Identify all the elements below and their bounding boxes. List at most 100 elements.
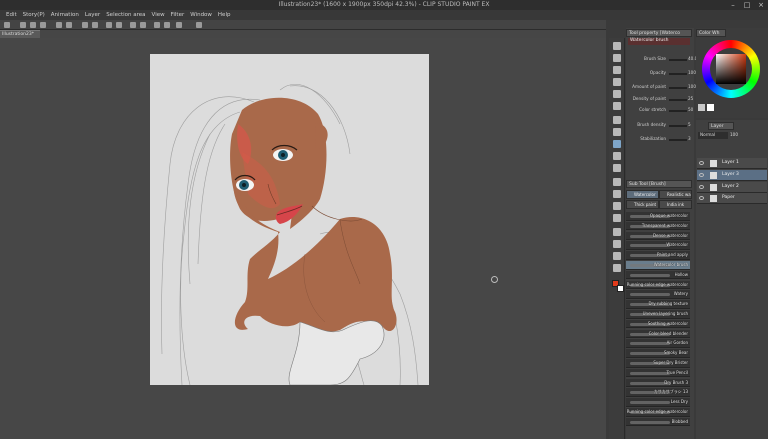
eye-icon[interactable] — [4, 22, 10, 28]
gradient-icon[interactable] — [613, 214, 621, 222]
grid-icon[interactable] — [176, 22, 182, 28]
ruler-icon[interactable] — [164, 22, 170, 28]
transform-icon[interactable] — [116, 22, 122, 28]
brush-size-slider[interactable] — [669, 59, 687, 61]
density-of-paint-value[interactable]: 25 — [688, 96, 696, 101]
saturation-value-square[interactable] — [716, 54, 746, 84]
color-stretch-value[interactable]: 50 — [688, 107, 696, 112]
minimize-button[interactable]: – — [726, 0, 740, 10]
new-file-icon[interactable] — [20, 22, 26, 28]
sub-color-swatch[interactable] — [617, 285, 624, 292]
layer-row-2[interactable]: Layer 2 — [697, 182, 767, 193]
subtool-group-watercolor[interactable]: Watercolor — [626, 190, 659, 199]
layer-opacity-value[interactable]: 100 — [730, 132, 744, 139]
open-file-icon[interactable] — [30, 22, 36, 28]
menu-edit[interactable]: Edit — [6, 12, 17, 18]
tool-property-tab[interactable]: Tool property [Waterco — [626, 29, 692, 37]
brush-item[interactable]: Watercolor brush — [626, 261, 690, 270]
brush-density-row[interactable]: Brush density 5 — [628, 122, 692, 128]
blend-mode-select[interactable]: Normal — [698, 132, 728, 139]
brush-density-slider[interactable] — [669, 125, 687, 127]
menu-selection-area[interactable]: Selection area — [106, 12, 145, 18]
eye-icon[interactable] — [699, 161, 704, 165]
menu-help[interactable]: Help — [218, 12, 231, 18]
brush-item[interactable]: カサカサブラシ 13 — [626, 388, 690, 397]
menu-layer[interactable]: Layer — [85, 12, 100, 18]
undo-icon[interactable] — [56, 22, 62, 28]
brush-item[interactable]: Air Gordon — [626, 339, 690, 348]
brush-item[interactable]: Paint and apply — [626, 251, 690, 260]
operation-tool-icon[interactable] — [613, 66, 621, 74]
document-tab[interactable]: Illustration23* — [0, 30, 40, 38]
snap-icon[interactable] — [154, 22, 160, 28]
balloon-icon[interactable] — [613, 264, 621, 272]
brush-item[interactable]: Blobbed — [626, 417, 690, 427]
eye-icon[interactable] — [699, 196, 704, 200]
subtool-group-india-ink[interactable]: India ink — [659, 200, 692, 209]
brush-item[interactable]: Uneven layering brush — [626, 310, 690, 319]
text-tool-icon[interactable] — [613, 252, 621, 260]
stabilization-slider[interactable] — [669, 139, 687, 141]
figure-tool-icon[interactable] — [613, 228, 621, 236]
frame-border-icon[interactable] — [613, 240, 621, 248]
brush-item[interactable]: Running color edge watercolor — [626, 408, 690, 417]
subtool-group-thick-paint[interactable]: Thick paint — [626, 200, 659, 209]
layer-tab[interactable]: Layer — [708, 122, 734, 130]
opacity-value[interactable]: 100 — [688, 70, 696, 75]
canvas-paper[interactable] — [150, 54, 429, 386]
decoration-icon[interactable] — [613, 164, 621, 172]
color-stretch-row[interactable]: Color stretch 50 — [628, 107, 693, 113]
density-of-paint-row[interactable]: Density of paint 25 — [628, 96, 693, 102]
brush-item[interactable]: Dense watercolor — [626, 231, 690, 241]
maximize-button[interactable]: □ — [740, 0, 754, 10]
menu-window[interactable]: Window — [190, 12, 212, 18]
layer-row-paper[interactable]: Paper — [697, 193, 767, 204]
brush-item[interactable]: Watercolor — [626, 241, 690, 250]
swatch[interactable] — [698, 104, 705, 111]
amount-of-paint-value[interactable]: 100 — [688, 84, 696, 89]
crop-icon[interactable] — [92, 22, 98, 28]
layer-move-icon[interactable] — [613, 78, 621, 86]
pen-tool-icon[interactable] — [613, 128, 621, 136]
color-wheel-tab[interactable]: Color Wh — [696, 29, 726, 37]
opacity-slider[interactable] — [669, 73, 687, 75]
clear-icon[interactable] — [82, 22, 88, 28]
move-tool-icon[interactable] — [613, 54, 621, 62]
brush-size-row[interactable]: Brush Size 40.0 — [628, 56, 697, 62]
menu-view[interactable]: View — [152, 12, 165, 18]
eyedropper-icon[interactable] — [613, 116, 621, 124]
color-stretch-slider[interactable] — [669, 110, 687, 112]
close-button[interactable]: × — [754, 0, 768, 10]
layer-row-3[interactable]: Layer 3 — [697, 170, 767, 181]
brush-item[interactable]: Soothing watercolor — [626, 319, 690, 329]
brush-item[interactable]: Color bleed blender — [626, 329, 690, 339]
auto-select-icon[interactable] — [613, 102, 621, 110]
eraser-icon[interactable] — [613, 178, 621, 186]
assets-icon[interactable] — [196, 22, 202, 28]
amount-of-paint-slider[interactable] — [669, 87, 687, 89]
brush-item[interactable]: Less Dry — [626, 398, 690, 407]
menu-filter[interactable]: Filter — [171, 12, 185, 18]
brush-item[interactable]: Transparent watercolor — [626, 221, 690, 231]
eye-icon[interactable] — [699, 173, 704, 177]
deselect-icon[interactable] — [130, 22, 136, 28]
menu-story[interactable]: Story(P) — [23, 12, 45, 18]
density-of-paint-slider[interactable] — [669, 99, 687, 101]
fill-icon[interactable] — [106, 22, 112, 28]
brush-size-value[interactable]: 40.0 — [688, 56, 697, 61]
brush-item[interactable]: Opaque watercolor — [626, 212, 690, 221]
subtool-tab[interactable]: Sub Tool [Brush] — [626, 180, 692, 188]
swatch[interactable] — [707, 104, 714, 111]
brush-item[interactable]: Dry rubbing texture — [626, 300, 690, 309]
blend-tool-icon[interactable] — [613, 190, 621, 198]
amount-of-paint-row[interactable]: Amount of paint 100 — [628, 84, 696, 90]
airbrush-icon[interactable] — [613, 152, 621, 160]
invert-selection-icon[interactable] — [140, 22, 146, 28]
brush-item[interactable]: Hollow — [626, 270, 690, 280]
eye-icon[interactable] — [699, 185, 704, 189]
save-icon[interactable] — [40, 22, 46, 28]
brush-tool-icon[interactable] — [613, 140, 621, 148]
opacity-row[interactable]: Opacity 100 — [628, 70, 696, 76]
brush-item[interactable]: Running color edge watercolor — [626, 280, 690, 290]
subtool-group-realistic-watercolor[interactable]: Realistic wa — [659, 190, 692, 199]
